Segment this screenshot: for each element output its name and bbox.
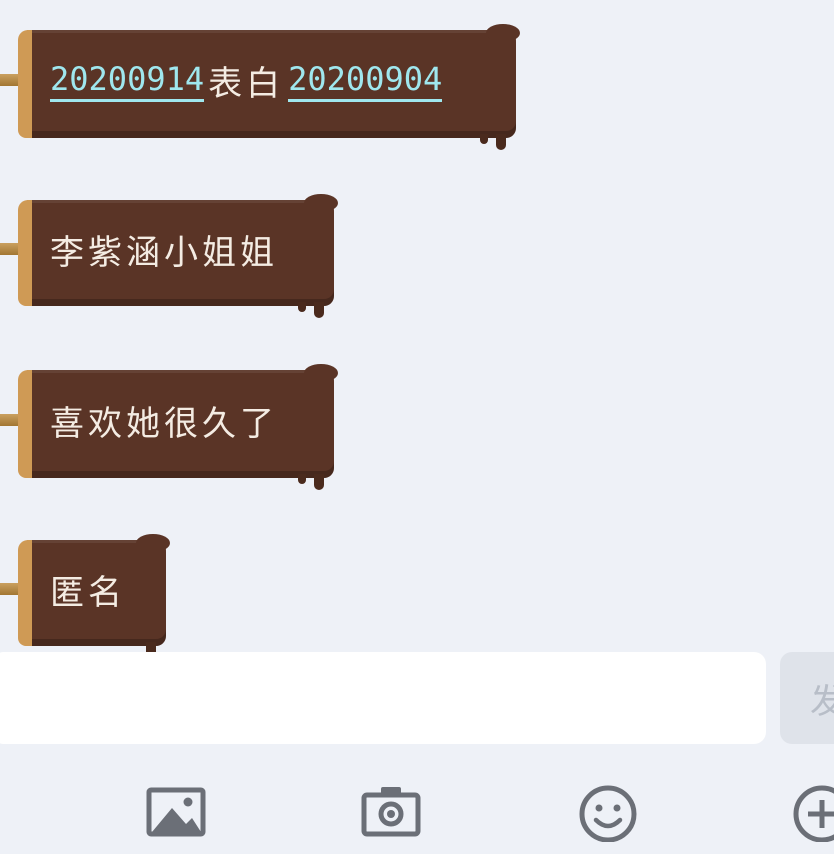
message-text: 李紫涵小姐姐 xyxy=(50,232,278,273)
message-text: 表白 xyxy=(208,63,285,104)
chat-messages: 20200914 表白 20200904 李紫涵小姐姐 喜欢她很久了 匿名 xyxy=(0,0,834,652)
input-toolbar xyxy=(0,770,834,854)
message-bubble[interactable]: 李紫涵小姐姐 xyxy=(0,194,338,318)
message-input[interactable] xyxy=(0,652,766,744)
camera-icon[interactable] xyxy=(359,778,423,842)
message-bubble[interactable]: 喜欢她很久了 xyxy=(0,364,338,490)
emoji-icon[interactable] xyxy=(576,778,640,843)
message-text: 匿名 xyxy=(50,572,126,613)
image-icon[interactable] xyxy=(144,778,208,842)
message-link-date-1[interactable]: 20200914 xyxy=(50,59,205,102)
message-text: 喜欢她很久了 xyxy=(50,403,278,444)
plus-icon[interactable] xyxy=(790,778,834,842)
send-button[interactable]: 发 xyxy=(780,652,834,744)
message-link-date-2[interactable]: 20200904 xyxy=(288,59,443,102)
message-bubble[interactable]: 20200914 表白 20200904 xyxy=(0,24,520,150)
message-bubble[interactable]: 匿名 xyxy=(0,534,170,652)
